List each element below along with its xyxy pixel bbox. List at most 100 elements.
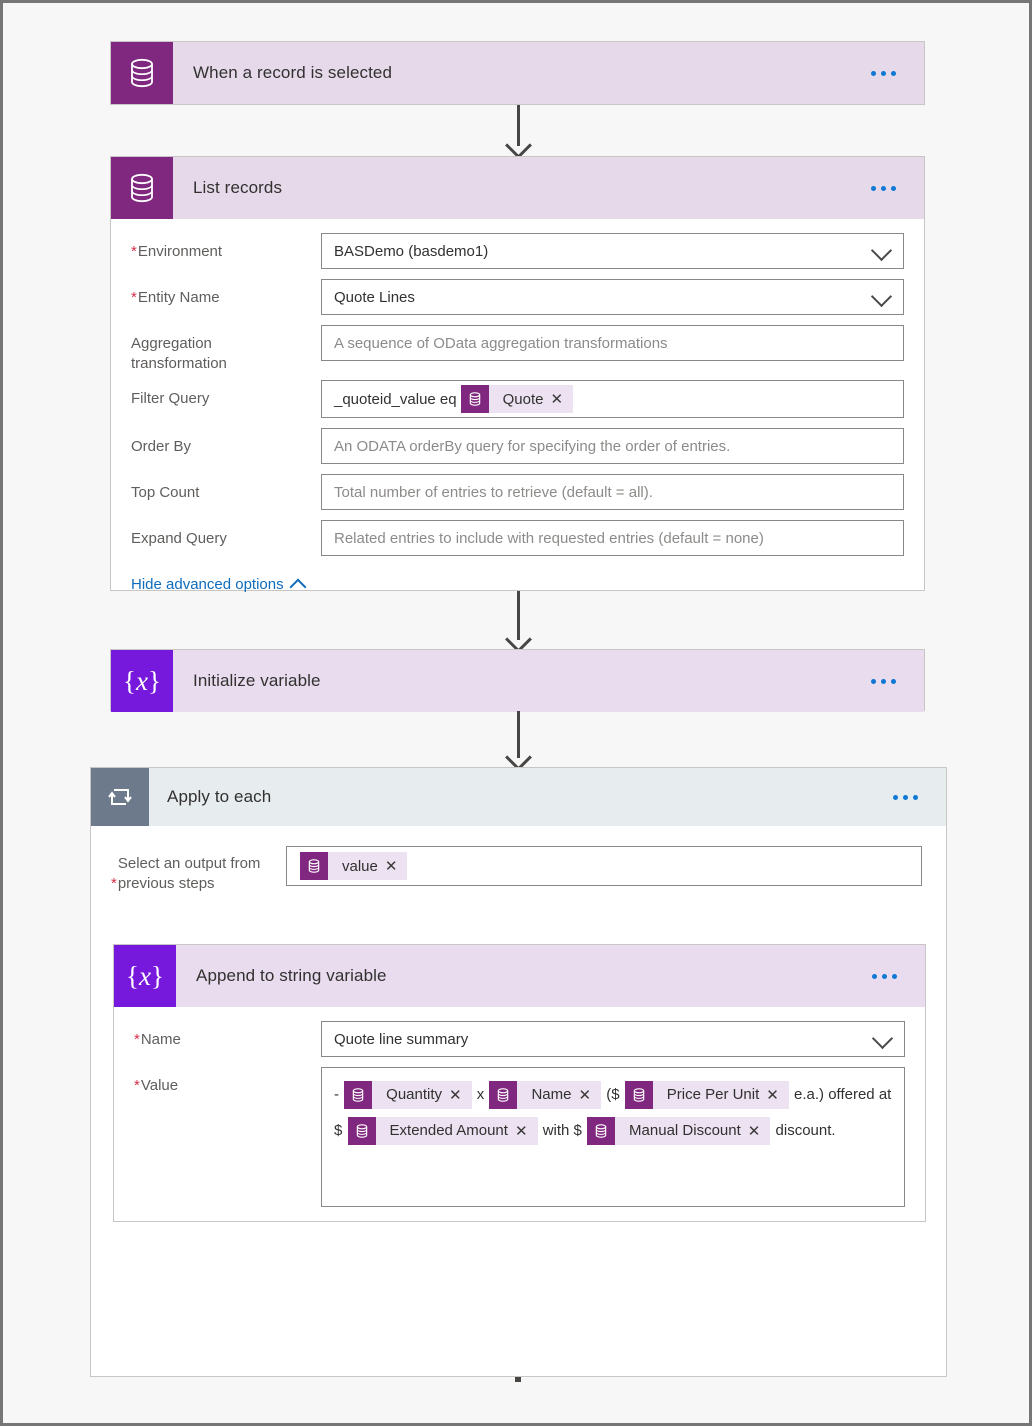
step-title: Apply to each	[167, 787, 272, 806]
card-header: List records	[111, 157, 924, 219]
flow-designer-viewport: When a record is selected List records *…	[0, 0, 1032, 1426]
dot	[881, 185, 886, 191]
field-row-select-output: *Select an output from previous steps va…	[91, 826, 946, 894]
remove-token-icon[interactable]: ✕	[748, 1124, 771, 1139]
dot	[892, 973, 897, 979]
required-asterisk: *	[131, 289, 137, 306]
more-commands-button[interactable]	[861, 157, 924, 219]
aggregation-transformation-input[interactable]: A sequence of OData aggregation transfor…	[321, 325, 904, 361]
dynamic-content-token-value[interactable]: value ✕	[300, 852, 408, 880]
field-label: Top Count	[131, 484, 200, 501]
field-row-environment: *Environment BASDemo (basdemo1)	[131, 233, 904, 269]
value-static-text: x	[476, 1086, 485, 1103]
dot	[881, 678, 886, 684]
dynamic-content-token-quote[interactable]: Quote ✕	[460, 385, 574, 413]
flow-step-initialize-variable[interactable]: {x} Initialize variable	[110, 649, 925, 712]
field-row-aggregation-transformation: Aggregation transformation A sequence of…	[131, 325, 904, 374]
remove-token-icon[interactable]: ✕	[449, 1088, 472, 1103]
entity-name-value: Quote Lines	[334, 288, 415, 306]
card-header: {x} Initialize variable	[111, 650, 924, 712]
database-icon	[111, 157, 173, 219]
chevron-down-icon	[870, 285, 893, 308]
database-icon	[587, 1117, 616, 1146]
field-label: *Value	[134, 1077, 179, 1094]
field-label: Order By	[131, 438, 192, 455]
chevron-down-icon	[870, 239, 893, 262]
flow-step-list-records[interactable]: List records *Environment BASDemo (basde…	[110, 156, 925, 595]
environment-dropdown[interactable]: BASDemo (basdemo1)	[321, 233, 904, 269]
entity-name-dropdown[interactable]: Quote Lines	[321, 279, 904, 315]
remove-token-icon[interactable]: ✕	[515, 1124, 538, 1139]
field-label: *Name	[134, 1031, 181, 1048]
flow-step-apply-to-each[interactable]: Apply to each *Select an output from pre…	[90, 767, 947, 1377]
more-commands-button[interactable]	[861, 650, 924, 712]
top-count-input[interactable]: Total number of entries to retrieve (def…	[321, 474, 904, 510]
dynamic-content-token-price-per-unit[interactable]: Price Per Unit ✕	[624, 1081, 789, 1110]
field-row-filter-query: Filter Query _quoteid_value eq Quote ✕	[131, 380, 904, 418]
scope-bottom-stub	[515, 1377, 521, 1382]
more-commands-button[interactable]	[862, 945, 925, 1007]
expand-query-input[interactable]: Related entries to include with requeste…	[321, 520, 904, 556]
value-static-text: with $	[542, 1122, 582, 1139]
chevron-up-icon	[289, 578, 307, 595]
required-asterisk: *	[131, 243, 137, 260]
dot	[882, 973, 887, 979]
variable-name-dropdown[interactable]: Quote line summary	[321, 1021, 905, 1057]
dot	[871, 678, 876, 684]
value-static-text: ($	[606, 1086, 620, 1103]
field-row-name: *Name Quote line summary	[134, 1021, 905, 1057]
scope-header: Apply to each	[91, 768, 946, 826]
field-row-entity-name: *Entity Name Quote Lines	[131, 279, 904, 315]
field-label: *Environment	[131, 243, 223, 260]
more-commands-button[interactable]	[883, 768, 946, 826]
dot	[881, 70, 886, 76]
card-body: *Name Quote line summary *Value - Quanti…	[114, 1007, 925, 1233]
field-row-order-by: Order By An ODATA orderBy query for spec…	[131, 428, 904, 464]
variable-icon: {x}	[111, 650, 173, 712]
token-label: Quantity	[386, 1086, 443, 1104]
placeholder-text: Total number of entries to retrieve (def…	[334, 483, 653, 501]
token-label: Name	[531, 1086, 572, 1104]
dynamic-content-token-name[interactable]: Name ✕	[489, 1081, 602, 1110]
token-label: Price Per Unit	[666, 1086, 760, 1104]
card-header: {x} Append to string variable	[114, 945, 925, 1007]
flow-canvas: When a record is selected List records *…	[3, 3, 1029, 1423]
flow-step-append-to-string-variable[interactable]: {x} Append to string variable *Name Quot…	[113, 944, 926, 1222]
variable-value-input[interactable]: - Quantity ✕ x Name ✕ ($ Price Per Unit ✕ e…	[321, 1067, 905, 1207]
token-label: Manual Discount	[629, 1122, 741, 1140]
field-row-value: *Value - Quantity ✕ x Name ✕ ($ Price Per …	[134, 1067, 905, 1207]
step-title: List records	[193, 178, 283, 197]
database-icon	[489, 1081, 518, 1110]
remove-token-icon[interactable]: ✕	[766, 1088, 789, 1103]
token-label: value	[342, 857, 378, 875]
dot	[871, 185, 876, 191]
remove-token-icon[interactable]: ✕	[385, 859, 408, 874]
value-static-text: discount.	[775, 1122, 836, 1139]
filter-query-prefix: _quoteid_value eq	[334, 390, 457, 408]
dot	[913, 794, 918, 800]
more-commands-button[interactable]	[861, 42, 924, 104]
database-icon	[460, 385, 489, 413]
dynamic-content-token-extended-amount[interactable]: Extended Amount ✕	[347, 1117, 538, 1146]
value-static-text: e.a.)	[794, 1086, 825, 1103]
select-output-input[interactable]: value ✕	[286, 846, 922, 886]
variable-icon: {x}	[114, 945, 176, 1007]
remove-token-icon[interactable]: ✕	[578, 1088, 601, 1103]
placeholder-text: An ODATA orderBy query for specifying th…	[334, 437, 731, 455]
placeholder-text: Related entries to include with requeste…	[334, 529, 764, 547]
connector-arrow	[504, 711, 532, 771]
placeholder-text: A sequence of OData aggregation transfor…	[334, 334, 668, 352]
required-asterisk: *	[134, 1031, 140, 1048]
connector-arrow	[504, 591, 532, 653]
dot	[893, 794, 898, 800]
remove-token-icon[interactable]: ✕	[550, 392, 573, 407]
filter-query-input[interactable]: _quoteid_value eq Quote ✕	[321, 380, 904, 418]
database-icon	[111, 42, 173, 104]
dynamic-content-token-manual-discount[interactable]: Manual Discount ✕	[587, 1117, 771, 1146]
dynamic-content-token-quantity[interactable]: Quantity ✕	[344, 1081, 472, 1110]
flow-step-trigger[interactable]: When a record is selected	[110, 41, 925, 105]
variable-name-value: Quote line summary	[334, 1030, 469, 1048]
order-by-input[interactable]: An ODATA orderBy query for specifying th…	[321, 428, 904, 464]
hide-advanced-options-link[interactable]: Hide advanced options	[131, 576, 307, 595]
field-label: Expand Query	[131, 530, 227, 547]
